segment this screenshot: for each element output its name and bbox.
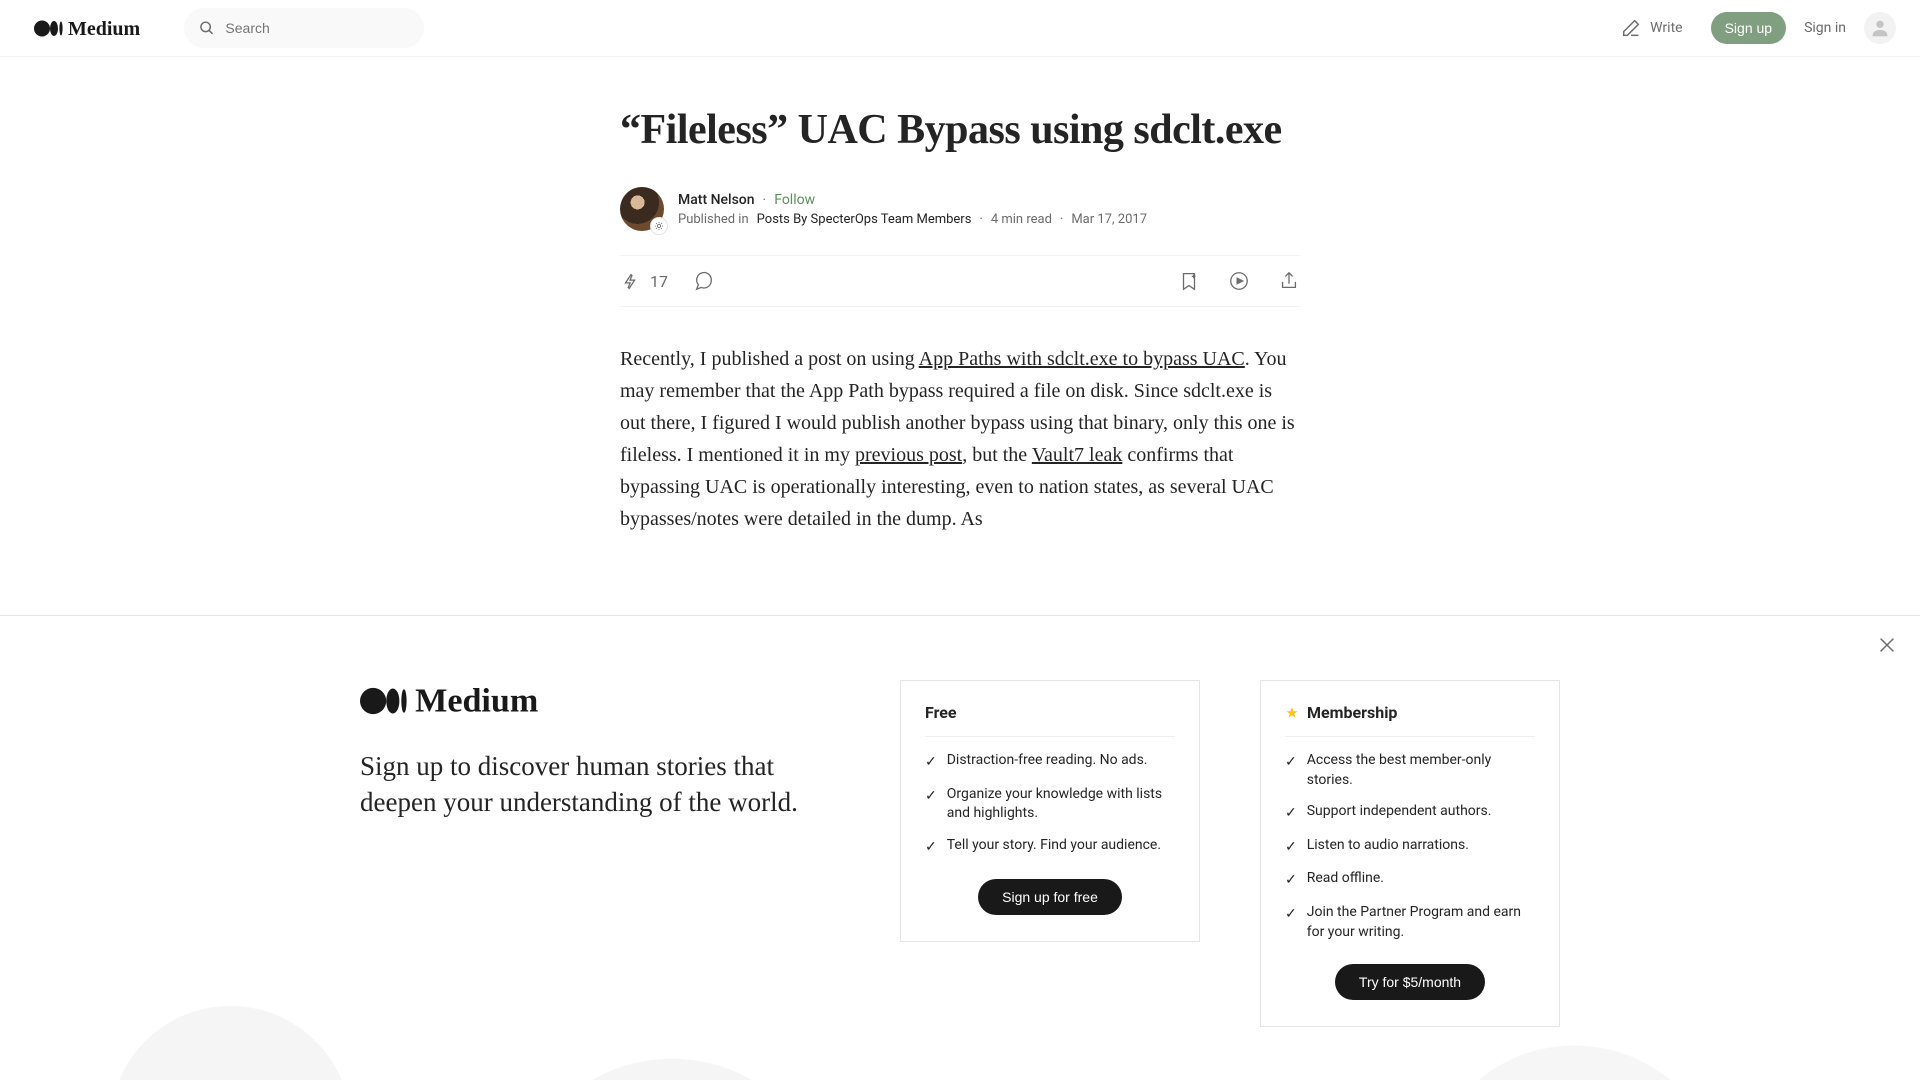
read-time: 4 min read [991,212,1052,227]
write-icon [1620,17,1642,39]
follow-link[interactable]: Follow [774,192,815,208]
check-icon: ✓ [1285,871,1297,891]
membership-title-text: Membership [1307,703,1397,722]
list-item: ✓ Organize your knowledge with lists and … [925,785,1175,824]
check-icon: ✓ [925,753,937,773]
signup-free-button[interactable]: Sign up for free [978,879,1122,915]
article-title: “Fileless” UAC Bypass using sdclt.exe [620,105,1300,155]
medium-logo[interactable]: Medium [24,16,164,41]
try-membership-button[interactable]: Try for $5/month [1335,964,1485,1000]
action-bar: 17 [620,255,1300,307]
signup-button[interactable]: Sign up [1711,12,1786,44]
link-previous-post[interactable]: previous post [855,444,962,466]
clap-icon [620,270,642,292]
search-input[interactable] [225,20,410,36]
bookmark-button[interactable] [1178,270,1200,292]
divider [925,736,1175,737]
check-icon: ✓ [1285,753,1297,790]
bookmark-icon [1178,270,1200,292]
top-nav: Medium Write Sign up Sign in [0,0,1920,57]
comment-icon [692,270,714,292]
star-icon [1285,706,1299,720]
publish-date: Mar 17, 2017 [1071,212,1147,227]
free-plan-card: Free ✓Distraction-free reading. No ads. … [900,680,1200,942]
close-icon [1876,634,1898,656]
check-icon: ✓ [1285,838,1297,858]
check-icon: ✓ [925,838,937,858]
clap-count: 17 [650,272,668,291]
medium-wordmark-icon: Medium [360,680,570,722]
published-in-prefix: Published in [678,212,749,227]
share-icon [1278,270,1300,292]
share-button[interactable] [1278,270,1300,292]
signup-sheet: Medium Sign up to discover human stories… [0,615,1920,1080]
check-icon: ✓ [1285,804,1297,824]
separator-dot: · [763,192,767,208]
list-item: ✓ Listen to audio narrations. [1285,836,1535,858]
search-icon [198,18,215,38]
author-avatar[interactable] [620,187,664,231]
membership-title: Membership [1285,703,1535,722]
byline: Matt Nelson · Follow Published in Posts … [620,187,1300,231]
benefit-text: Support independent authors. [1307,802,1492,824]
check-icon: ✓ [925,787,937,824]
sheet-intro: Medium Sign up to discover human stories… [360,680,840,821]
free-plan-title: Free [925,703,1175,722]
play-circle-icon [1228,270,1250,292]
benefit-text: Read offline. [1307,869,1384,891]
list-item: ✓ Join the Partner Program and earn for y… [1285,903,1535,942]
list-item: ✓ Read offline. [1285,869,1535,891]
publication-badge-icon [650,217,668,235]
sheet-tagline: Sign up to discover human stories that d… [360,748,840,821]
byline-meta: Matt Nelson · Follow Published in Posts … [678,192,1147,227]
listen-button[interactable] [1228,270,1250,292]
benefit-text: Access the best member-only stories. [1307,751,1535,790]
list-item: ✓ Tell your story. Find your audience. [925,836,1175,858]
write-label: Write [1650,20,1682,36]
separator-dot: · [1060,212,1063,227]
write-link[interactable]: Write [1620,17,1682,39]
benefit-text: Distraction-free reading. No ads. [947,751,1148,773]
benefit-text: Organize your knowledge with lists and h… [947,785,1175,824]
link-vault7[interactable]: Vault7 leak [1032,444,1123,466]
check-icon: ✓ [1285,905,1297,942]
list-item: ✓ Access the best member-only stories. [1285,751,1535,790]
clap-button[interactable]: 17 [620,270,668,292]
search-box[interactable] [184,8,424,48]
list-item: ✓ Support independent authors. [1285,802,1535,824]
author-name[interactable]: Matt Nelson [678,192,755,208]
benefit-text: Tell your story. Find your audience. [947,836,1161,858]
benefit-text: Listen to audio narrations. [1307,836,1469,858]
close-button[interactable] [1876,634,1898,656]
separator-dot: · [979,212,982,227]
list-item: ✓ Distraction-free reading. No ads. [925,751,1175,773]
body-text: , but the [962,444,1032,466]
divider [1285,736,1535,737]
svg-text:Medium: Medium [68,18,141,40]
svg-text:Medium: Medium [415,683,538,720]
membership-card: Membership ✓ Access the best member-only … [1260,680,1560,1027]
benefit-text: Join the Partner Program and earn for yo… [1307,903,1535,942]
article-body-p1: Recently, I published a post on using Ap… [620,343,1300,535]
link-app-paths[interactable]: App Paths with sdclt.exe to bypass UAC [919,348,1245,370]
publication-name[interactable]: Posts By SpecterOps Team Members [757,212,972,227]
comment-button[interactable] [692,270,714,292]
body-text: Recently, I published a post on using [620,348,919,370]
signin-link[interactable]: Sign in [1804,20,1846,36]
person-icon [1869,17,1891,39]
profile-avatar[interactable] [1864,12,1896,44]
medium-wordmark-icon: Medium [24,16,164,41]
article: “Fileless” UAC Bypass using sdclt.exe Ma… [620,57,1300,535]
